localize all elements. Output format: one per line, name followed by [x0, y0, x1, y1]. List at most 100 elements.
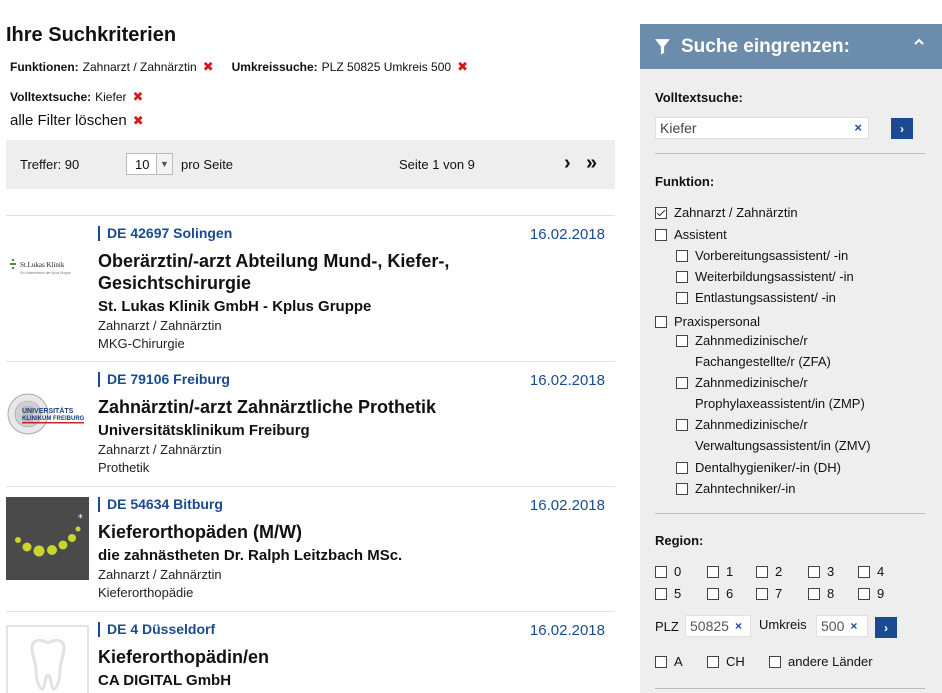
- job-date: 16.02.2018: [529, 226, 605, 243]
- region-option[interactable]: 5: [655, 586, 681, 601]
- result-item[interactable]: DE 4 Düsseldorf 16.02.2018 Kieferorthopä…: [6, 611, 615, 693]
- checkbox[interactable]: [676, 419, 688, 431]
- function-option[interactable]: Dentalhygieniker/-in (DH): [676, 460, 841, 475]
- remove-filter-icon[interactable]: ✖: [457, 59, 468, 75]
- region-option[interactable]: 6: [707, 586, 733, 601]
- remove-filter-icon[interactable]: ✖: [203, 59, 214, 75]
- job-location[interactable]: DE 79106 Freiburg: [98, 372, 230, 387]
- clear-input-icon[interactable]: ×: [735, 619, 742, 633]
- checkbox[interactable]: [676, 482, 688, 495]
- checkbox[interactable]: [655, 655, 667, 668]
- clear-input-icon[interactable]: ×: [854, 120, 862, 135]
- region-option[interactable]: 8: [808, 586, 834, 601]
- clear-all-filters-link[interactable]: alle Filter löschen ✖: [10, 112, 144, 129]
- plz-input[interactable]: 50825 ×: [685, 615, 751, 637]
- checkbox[interactable]: [676, 461, 688, 474]
- checkbox[interactable]: [858, 565, 870, 578]
- checkbox[interactable]: [655, 228, 667, 241]
- checkbox[interactable]: [655, 315, 667, 328]
- checkbox[interactable]: [676, 291, 688, 304]
- function-option[interactable]: Assistent: [655, 227, 727, 242]
- region-option[interactable]: 9: [858, 586, 884, 601]
- job-function: Zahnarzt / Zahnärztin: [98, 318, 222, 333]
- svg-text:*: *: [78, 513, 83, 524]
- country-option[interactable]: andere Länder: [769, 654, 873, 669]
- checkbox[interactable]: [676, 377, 688, 389]
- fulltext-submit-button[interactable]: ›: [891, 118, 913, 139]
- job-title[interactable]: Kieferorthopädin/en: [98, 646, 578, 668]
- result-item[interactable]: * DE 54634 Bitburg 16.02.2018 Kieferorth…: [6, 486, 615, 611]
- fulltext-section: Volltextsuche:: [655, 90, 743, 105]
- region-option[interactable]: 4: [858, 564, 884, 579]
- criteria-title: Ihre Suchkriterien: [6, 24, 177, 46]
- region-option[interactable]: 0: [655, 564, 681, 579]
- job-company: die zahnästheten Dr. Ralph Leitzbach MSc…: [98, 547, 403, 564]
- region-option-label: 7: [775, 586, 783, 601]
- divider: [655, 153, 925, 154]
- region-option[interactable]: 7: [756, 586, 782, 601]
- function-option[interactable]: Zahnmedizinische/r Fachangestellte/r (ZF…: [676, 330, 831, 372]
- criteria-chip-fulltext: Volltextsuche: Kiefer ✖: [10, 89, 143, 105]
- function-option-label: Entlastungsassistent/ -in: [695, 290, 836, 305]
- function-option-label: Zahnmedizinische/r Prophylaxeassistent/i…: [695, 375, 865, 411]
- radius-input[interactable]: 500 ×: [816, 615, 868, 637]
- checkbox[interactable]: [756, 587, 768, 600]
- remove-filter-icon[interactable]: ✖: [133, 89, 144, 105]
- job-title[interactable]: Oberärztin/-arzt Abteilung Mund-, Kiefer…: [98, 250, 578, 294]
- job-date: 16.02.2018: [529, 622, 605, 639]
- filter-icon: [655, 39, 670, 55]
- svg-text:St.Lukas Klinik: St.Lukas Klinik: [20, 261, 65, 269]
- region-option[interactable]: 2: [756, 564, 782, 579]
- checkbox[interactable]: [769, 655, 781, 668]
- result-item[interactable]: St.Lukas Klinik Ein Unternehmen der Kplu…: [6, 215, 615, 361]
- country-option[interactable]: A: [655, 654, 683, 669]
- region-option[interactable]: 1: [707, 564, 733, 579]
- clear-input-icon[interactable]: ×: [850, 619, 857, 633]
- job-location[interactable]: DE 42697 Solingen: [98, 226, 232, 241]
- result-item[interactable]: UNIVERSITÄTS KLINIKUM FREIBURG DE 79106 …: [6, 361, 615, 486]
- chevron-up-icon[interactable]: [914, 37, 924, 47]
- region-option-label: 8: [827, 586, 835, 601]
- checkbox[interactable]: [676, 335, 688, 347]
- job-location[interactable]: DE 4 Düsseldorf: [98, 622, 215, 637]
- checkbox[interactable]: [707, 655, 719, 668]
- job-location[interactable]: DE 54634 Bitburg: [98, 497, 223, 512]
- company-logo: [6, 625, 89, 693]
- region-option[interactable]: 3: [808, 564, 834, 579]
- function-option[interactable]: Zahnmedizinische/r Verwaltungsassistent/…: [676, 414, 871, 456]
- checkbox[interactable]: [808, 587, 820, 600]
- checkbox[interactable]: [707, 587, 719, 600]
- uniklinik-freiburg-logo-icon: UNIVERSITÄTS KLINIKUM FREIBURG: [7, 393, 85, 434]
- country-option[interactable]: CH: [707, 654, 745, 669]
- checkbox[interactable]: [756, 565, 768, 578]
- function-option[interactable]: Weiterbildungsassistent/ -in: [676, 269, 854, 284]
- per-page-value: 10: [135, 156, 150, 172]
- function-option[interactable]: Vorbereitungsassistent/ -in: [676, 248, 848, 263]
- function-option[interactable]: Zahnarzt / Zahnärztin: [655, 205, 798, 220]
- radius-submit-button[interactable]: ›: [875, 617, 897, 638]
- last-page-icon[interactable]: »: [586, 152, 597, 175]
- job-function: Zahnarzt / Zahnärztin: [98, 442, 222, 457]
- region-option-label: 5: [674, 586, 682, 601]
- checkbox[interactable]: [808, 565, 820, 578]
- job-title[interactable]: Kieferorthopäden (M/W): [98, 521, 578, 543]
- job-title[interactable]: Zahnärztin/-arzt Zahnärztliche Prothetik: [98, 396, 578, 418]
- function-option[interactable]: Zahnmedizinische/r Prophylaxeassistent/i…: [676, 372, 865, 414]
- checkbox-checked[interactable]: [655, 206, 667, 219]
- checkbox[interactable]: [655, 587, 667, 600]
- function-option[interactable]: Praxispersonal: [655, 314, 760, 329]
- fulltext-input[interactable]: Kiefer ×: [655, 117, 869, 139]
- per-page-select[interactable]: 10 ▼: [126, 153, 173, 175]
- divider: [655, 513, 925, 514]
- filter-sidebar-header[interactable]: Suche eingrenzen:: [640, 24, 942, 69]
- function-option[interactable]: Entlastungsassistent/ -in: [676, 290, 836, 305]
- checkbox[interactable]: [676, 249, 688, 262]
- checkbox[interactable]: [676, 270, 688, 283]
- function-option[interactable]: Zahntechniker/-in: [676, 481, 795, 496]
- next-page-icon[interactable]: ›: [564, 152, 571, 175]
- results-column: Ihre Suchkriterien Funktionen: Zahnarzt …: [0, 0, 622, 693]
- checkbox[interactable]: [858, 587, 870, 600]
- company-logo: *: [6, 497, 89, 580]
- checkbox[interactable]: [655, 565, 667, 578]
- checkbox[interactable]: [707, 565, 719, 578]
